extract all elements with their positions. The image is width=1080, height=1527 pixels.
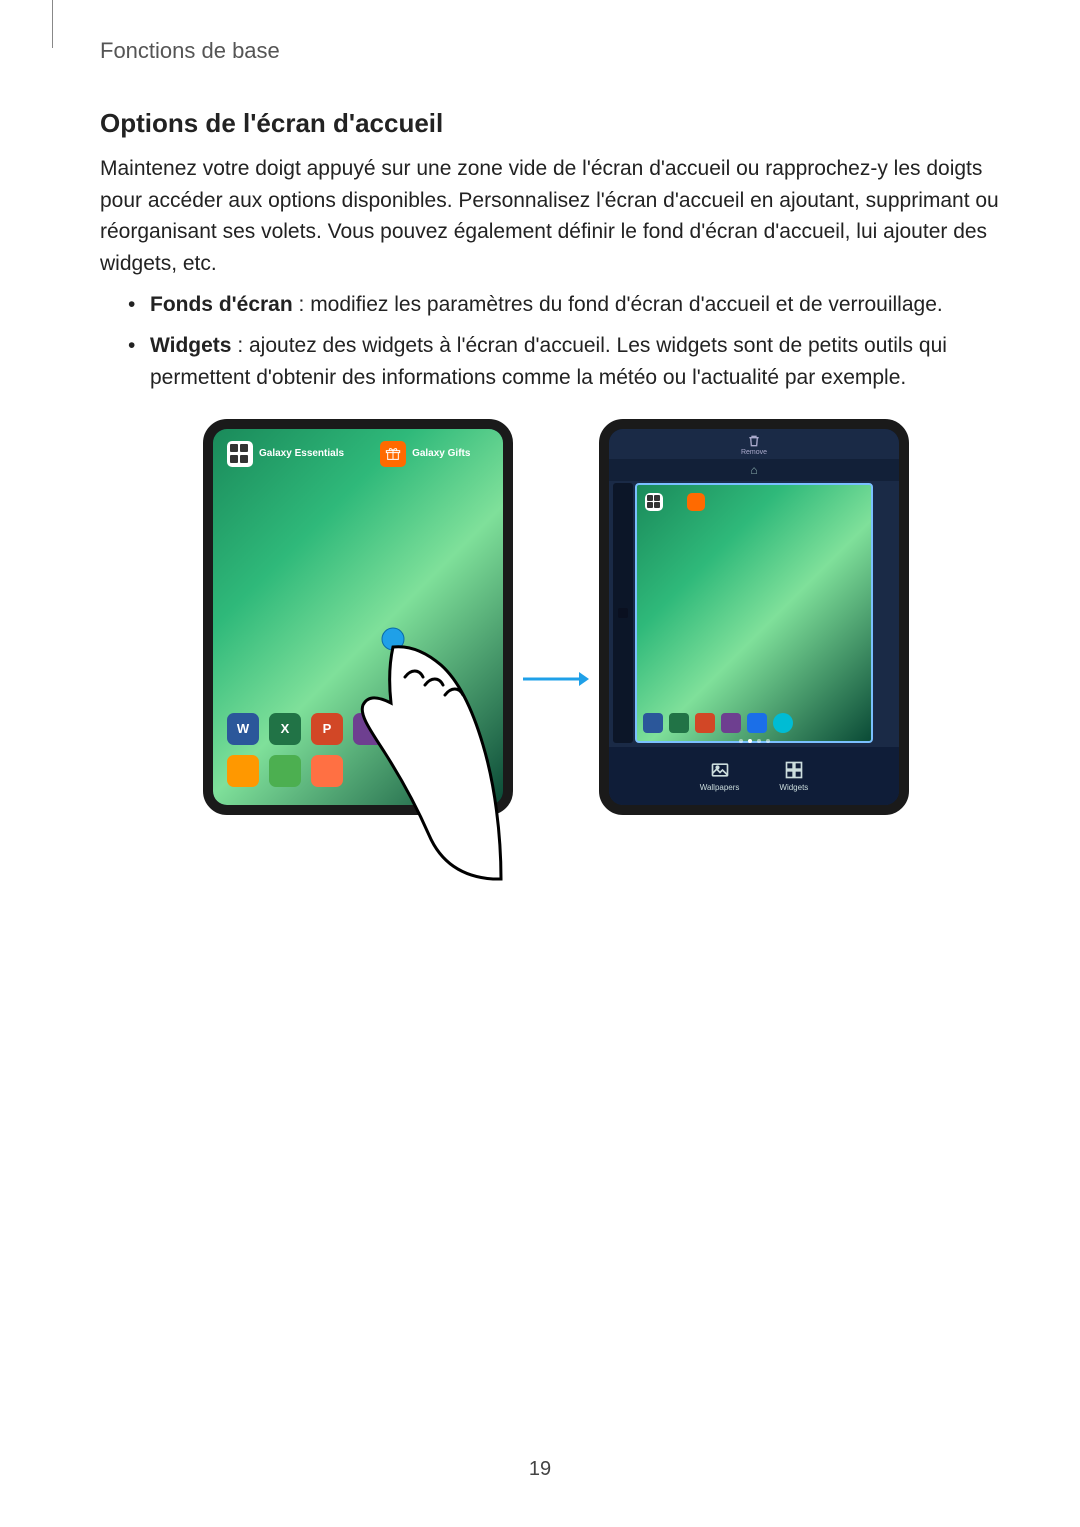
figure: Galaxy Essentials Galaxy Gifts W X P [100,419,1012,815]
bullet-text: : modifiez les paramètres du fond d'écra… [293,293,943,316]
home-indicator-icon: ⌂ [609,459,899,481]
excel-icon: X [269,713,301,745]
widget-label: Galaxy Gifts [412,448,470,459]
video-icon [747,713,767,733]
intro-paragraph: Maintenez votre doigt appuyé sur une zon… [100,153,1012,279]
bullet-list: Fonds d'écran : modifiez les paramètres … [100,289,1012,395]
widgets-button: Widgets [779,760,808,792]
device-edit-mode: Remove ⌂ [599,419,909,815]
widget-label: Galaxy Essentials [259,448,344,459]
bullet-bold: Widgets [150,334,231,357]
powerpoint-icon: P [311,713,343,745]
bullet-text: : ajoutez des widgets à l'écran d'accuei… [150,334,947,390]
gift-icon [687,493,705,511]
remove-button: Remove [741,433,767,456]
section-header: Fonctions de base [100,38,1012,64]
bullet-item: Fonds d'écran : modifiez les paramètres … [100,289,1012,322]
bullet-item: Widgets : ajoutez des widgets à l'écran … [100,330,1012,395]
wallpapers-button: Wallpapers [700,760,740,792]
hand-gesture-icon [345,625,505,885]
bullet-bold: Fonds d'écran [150,293,293,316]
essentials-icon [645,493,663,511]
word-icon: W [227,713,259,745]
side-panel [613,483,633,743]
word-icon [643,713,663,733]
files-icon [227,755,259,787]
excel-icon [669,713,689,733]
person-icon [311,755,343,787]
contacts-icon [721,713,741,733]
page-dots [609,739,899,743]
music-icon [773,713,793,733]
arrow-icon [523,670,589,693]
page-number: 19 [0,1458,1080,1481]
powerpoint-icon [695,713,715,733]
phone-icon [269,755,301,787]
gift-icon [380,441,406,467]
page-title: Options de l'écran d'accueil [100,108,1012,139]
essentials-icon [227,441,253,467]
